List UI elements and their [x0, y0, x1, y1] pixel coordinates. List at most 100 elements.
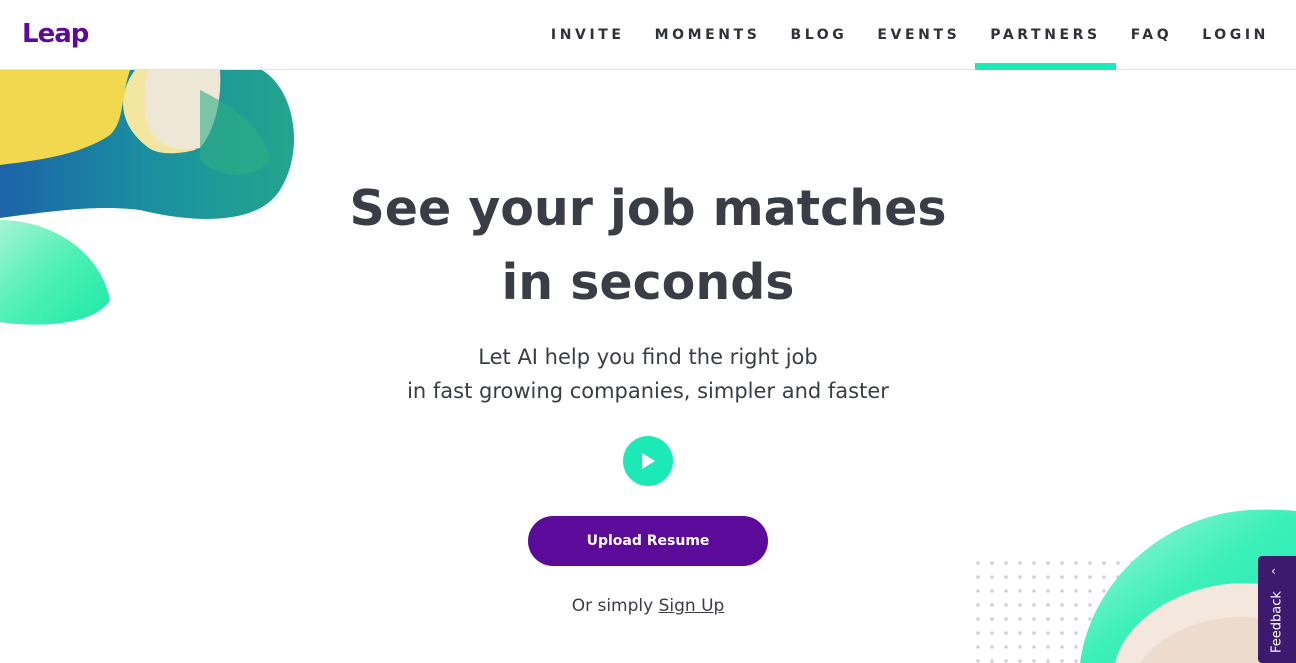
grid-dot [1032, 645, 1036, 649]
nav-item-moments[interactable]: MOMENTS [640, 0, 776, 70]
grid-dot [1046, 631, 1050, 635]
grid-dot [1018, 561, 1022, 565]
grid-dot [1116, 631, 1120, 635]
grid-dot [1144, 603, 1148, 607]
grid-dot [1060, 617, 1064, 621]
grid-dot [1130, 603, 1134, 607]
grid-dot [1032, 603, 1036, 607]
grid-dot [1144, 561, 1148, 565]
grid-dot [1032, 589, 1036, 593]
grid-dot [1004, 589, 1008, 593]
decorative-blob-top-left [0, 70, 294, 325]
signup-prefix: Or simply [571, 596, 659, 616]
grid-dot [1144, 631, 1148, 635]
grid-dot [1074, 603, 1078, 607]
hero-subtitle-line-2: in fast growing companies, simpler and f… [407, 379, 889, 403]
grid-dot [1018, 659, 1022, 663]
grid-dot [1046, 617, 1050, 621]
grid-dot [1074, 575, 1078, 579]
leap-logo[interactable]: Leap [22, 19, 89, 49]
grid-dot [1144, 575, 1148, 579]
grid-dot [1116, 617, 1120, 621]
grid-dot [1032, 561, 1036, 565]
grid-dot [1060, 603, 1064, 607]
grid-dot [1116, 603, 1120, 607]
play-video-button[interactable] [623, 436, 673, 486]
grid-dot [1018, 603, 1022, 607]
hero-subtitle: Let AI help you find the right job in fa… [298, 340, 998, 408]
grid-dot [1116, 561, 1120, 565]
grid-dot [1074, 589, 1078, 593]
grid-dot [1046, 603, 1050, 607]
grid-dot [1116, 659, 1120, 663]
grid-dot [1018, 631, 1022, 635]
grid-dot [1032, 659, 1036, 663]
grid-dot [990, 603, 994, 607]
signup-line: Or simply Sign Up [448, 596, 848, 616]
grid-dot [1018, 575, 1022, 579]
grid-dot [1130, 631, 1134, 635]
grid-dot [1004, 645, 1008, 649]
play-icon [642, 453, 655, 469]
grid-dot [1102, 589, 1106, 593]
grid-dot [1144, 659, 1148, 663]
grid-dot [1158, 659, 1162, 663]
grid-dot [1018, 645, 1022, 649]
grid-dot [1088, 589, 1092, 593]
sign-up-link[interactable]: Sign Up [659, 596, 725, 616]
grid-dot [1158, 617, 1162, 621]
grid-dot [1130, 645, 1134, 649]
grid-dot [1032, 617, 1036, 621]
grid-dot [1032, 631, 1036, 635]
main-nav: INVITE MOMENTS BLOG EVENTS PARTNERS FAQ … [536, 0, 1284, 70]
nav-item-faq[interactable]: FAQ [1116, 0, 1188, 70]
nav-item-blog[interactable]: BLOG [775, 0, 862, 70]
grid-dot [976, 645, 980, 649]
grid-dot [990, 561, 994, 565]
grid-dot [1144, 617, 1148, 621]
grid-dot [1060, 561, 1064, 565]
grid-dot [1130, 561, 1134, 565]
grid-dot [1074, 617, 1078, 621]
nav-item-invite[interactable]: INVITE [536, 0, 640, 70]
grid-dot [1144, 589, 1148, 593]
grid-dot [1004, 575, 1008, 579]
grid-dot [1102, 561, 1106, 565]
grid-dot [1102, 603, 1106, 607]
grid-dot [1032, 575, 1036, 579]
hero-subtitle-line-1: Let AI help you find the right job [478, 345, 818, 369]
dot-pattern-decoration [976, 561, 1162, 663]
nav-item-login[interactable]: LOGIN [1187, 0, 1284, 70]
grid-dot [1158, 603, 1162, 607]
grid-dot [990, 589, 994, 593]
grid-dot [976, 575, 980, 579]
grid-dot [1060, 631, 1064, 635]
grid-dot [1158, 589, 1162, 593]
grid-dot [1088, 631, 1092, 635]
grid-dot [990, 645, 994, 649]
grid-dot [1102, 659, 1106, 663]
grid-dot [1088, 645, 1092, 649]
grid-dot [976, 603, 980, 607]
grid-dot [1102, 631, 1106, 635]
grid-dot [1060, 575, 1064, 579]
grid-dot [1004, 603, 1008, 607]
grid-dot [1046, 645, 1050, 649]
grid-dot [1102, 645, 1106, 649]
hero-title-line-1: See your job matches [349, 180, 947, 237]
hero-title-line-2: in seconds [501, 254, 795, 311]
upload-resume-button[interactable]: Upload Resume [528, 516, 768, 566]
feedback-tab[interactable]: ‹ Feedback [1258, 556, 1296, 663]
grid-dot [1060, 645, 1064, 649]
grid-dot [1046, 561, 1050, 565]
grid-dot [1004, 631, 1008, 635]
nav-item-partners[interactable]: PARTNERS [975, 0, 1117, 70]
grid-dot [1074, 645, 1078, 649]
grid-dot [1116, 575, 1120, 579]
hero-title: See your job matches in seconds [298, 172, 998, 320]
grid-dot [976, 589, 980, 593]
grid-dot [1046, 589, 1050, 593]
grid-dot [1158, 561, 1162, 565]
grid-dot [1018, 617, 1022, 621]
nav-item-events[interactable]: EVENTS [862, 0, 975, 70]
